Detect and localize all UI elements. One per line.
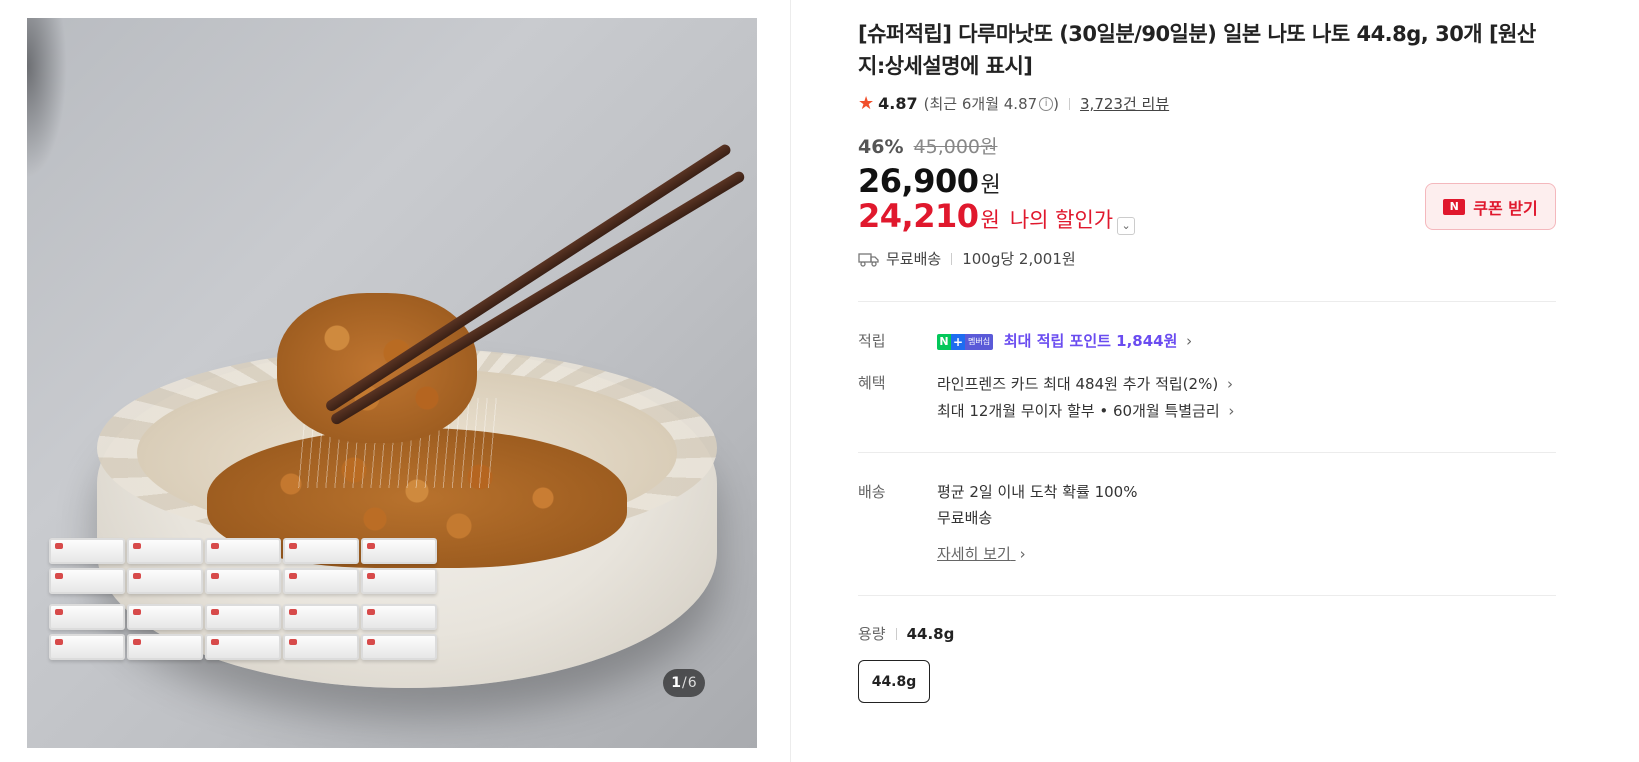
- separator: [1069, 97, 1071, 110]
- natto-pack: [283, 634, 359, 660]
- chevron-right-icon: ›: [1186, 332, 1193, 350]
- shipping-row: 무료배송 100g당 2,001원: [858, 248, 1076, 269]
- natto-pack: [205, 538, 281, 564]
- natto-pack: [361, 538, 437, 564]
- natto-pack: [283, 568, 359, 594]
- natto-pack: [127, 604, 203, 630]
- section-divider: [858, 452, 1556, 453]
- natto-pack: [127, 538, 203, 564]
- discount-rate: 46%: [858, 136, 904, 158]
- capacity-label: 용량: [858, 625, 886, 643]
- natto-pack: [49, 568, 125, 594]
- delivery-label: 배송: [858, 483, 886, 501]
- image-counter-separator: /: [682, 675, 687, 691]
- sale-price: 26,900: [858, 162, 979, 200]
- delivery-estimate: 평균 2일 이내 도착 확률 100%: [937, 483, 1138, 501]
- review-count-link[interactable]: 3,723건 리뷰: [1080, 93, 1169, 114]
- product-title: [슈퍼적립] 다루마낫또 (30일분/90일분) 일본 나또 나토 44.8g,…: [858, 22, 1536, 78]
- unit-price: 100g당 2,001원: [962, 250, 1076, 268]
- original-price: 45,000원: [913, 136, 998, 158]
- natto-pack: [361, 634, 437, 660]
- natto-pack: [127, 634, 203, 660]
- natto-pack: [361, 604, 437, 630]
- my-price-row[interactable]: 24,210 원 나의 할인가 ⌄: [858, 197, 1136, 235]
- coupon-label: 쿠폰 받기: [1473, 198, 1538, 218]
- section-divider: [858, 595, 1556, 596]
- chevron-right-icon: ›: [1228, 402, 1235, 420]
- natto-packs: [49, 538, 441, 678]
- price-unit: 원: [980, 173, 1001, 198]
- membership-badge: N + 멤버십: [937, 333, 994, 350]
- separator: [895, 627, 897, 640]
- my-price: 24,210: [858, 197, 979, 235]
- naver-n-icon: N: [937, 333, 951, 350]
- chevron-right-icon: ›: [1226, 375, 1233, 393]
- capacity-row: 용량 44.8g: [858, 623, 954, 644]
- capacity-selected: 44.8g: [906, 624, 955, 643]
- recent-rating-close: ): [1053, 94, 1060, 113]
- membership-label: 멤버십: [965, 333, 994, 350]
- natto-pack: [283, 604, 359, 630]
- benefits-label: 혜택: [858, 374, 886, 392]
- natto-pack: [283, 538, 359, 564]
- price-row: 26,900 원: [858, 162, 1001, 200]
- points-label: 적립: [858, 332, 886, 350]
- my-price-unit: 원: [980, 208, 1000, 232]
- delivery-free: 무료배송: [937, 509, 993, 527]
- option-44-8g-button[interactable]: 44.8g: [858, 660, 930, 703]
- natto-pack: [361, 568, 437, 594]
- chevron-down-icon[interactable]: ⌄: [1117, 216, 1136, 235]
- truck-icon: [858, 252, 879, 267]
- image-counter-current: 1: [671, 675, 682, 691]
- image-counter-total: 6: [687, 675, 697, 691]
- my-price-label: 나의 할인가: [1009, 208, 1114, 232]
- natto-pack: [49, 538, 125, 564]
- shipping-text: 무료배송: [886, 250, 942, 268]
- max-points-text: 최대 적립 포인트 1,844원: [1003, 332, 1178, 350]
- delivery-detail-link[interactable]: 자세히 보기 ›: [937, 543, 1026, 564]
- product-main-image[interactable]: 1/6: [27, 18, 757, 748]
- natto-pack: [127, 568, 203, 594]
- star-icon: ★: [858, 93, 875, 114]
- chevron-right-icon: ›: [1019, 545, 1026, 563]
- benefit-card-link[interactable]: 라인프렌즈 카드 최대 484원 추가 적립(2%) ›: [937, 373, 1233, 394]
- rating-row: ★ 4.87 (최근 6개월 4.87 i ) 3,723건 리뷰: [858, 93, 1169, 114]
- detail-link-text: 자세히 보기: [937, 545, 1011, 563]
- panel-divider: [790, 0, 791, 762]
- natto-pack: [205, 604, 281, 630]
- benefit-installment-link[interactable]: 최대 12개월 무이자 할부 • 60개월 특별금리 ›: [937, 400, 1234, 421]
- benefit-card-text: 라인프렌즈 카드 최대 484원 추가 적립(2%): [937, 375, 1219, 393]
- benefit-installment-text: 최대 12개월 무이자 할부 • 60개월 특별금리: [937, 402, 1220, 420]
- natto-pack: [205, 634, 281, 660]
- image-shadow: [27, 18, 67, 178]
- rating-score: 4.87: [878, 94, 918, 113]
- image-counter: 1/6: [663, 669, 705, 697]
- natto-pack: [49, 634, 125, 660]
- coupon-button[interactable]: N 쿠폰 받기: [1425, 183, 1556, 230]
- recent-rating: (최근 6개월 4.87: [923, 95, 1038, 113]
- discount-row: 46% 45,000원: [858, 132, 998, 159]
- separator: [951, 252, 953, 265]
- section-divider: [858, 301, 1556, 302]
- natto-pack: [205, 568, 281, 594]
- plus-icon: +: [951, 333, 965, 350]
- coupon-icon: N: [1443, 198, 1466, 215]
- info-icon[interactable]: i: [1039, 96, 1054, 111]
- natto-pack: [49, 604, 125, 630]
- points-row[interactable]: N + 멤버십 최대 적립 포인트 1,844원 ›: [937, 330, 1192, 351]
